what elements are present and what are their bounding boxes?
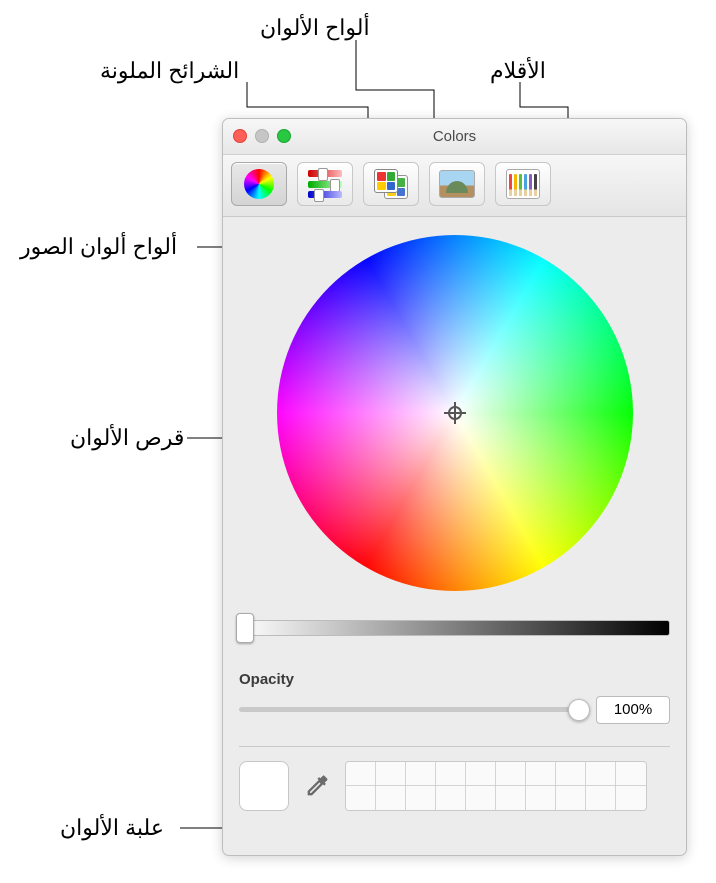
window-title: Colors <box>433 128 476 145</box>
color-palettes-tab[interactable] <box>363 162 419 206</box>
pencils-tab[interactable] <box>495 162 551 206</box>
color-wheel-icon <box>244 169 274 199</box>
color-wheel[interactable] <box>277 235 633 591</box>
brightness-slider[interactable] <box>239 613 670 643</box>
opacity-field[interactable]: 100% <box>596 696 670 724</box>
eyedropper-button[interactable] <box>303 772 331 800</box>
swatch-cell[interactable] <box>406 786 436 810</box>
opacity-track <box>239 707 586 712</box>
brightness-thumb[interactable] <box>236 613 254 643</box>
swatch-cell[interactable] <box>436 786 466 810</box>
minimize-button[interactable] <box>255 129 269 143</box>
close-button[interactable] <box>233 129 247 143</box>
swatch-grid <box>345 761 647 811</box>
sliders-icon <box>308 170 342 198</box>
swatch-cell[interactable] <box>496 786 526 810</box>
pencils-icon <box>506 169 540 199</box>
swatch-cell[interactable] <box>556 762 586 786</box>
image-palettes-tab[interactable] <box>429 162 485 206</box>
swatch-cell[interactable] <box>346 762 376 786</box>
brightness-track <box>239 620 670 636</box>
current-color-well[interactable] <box>239 761 289 811</box>
swatch-cell[interactable] <box>466 762 496 786</box>
swatch-cell[interactable] <box>376 786 406 810</box>
titlebar: Colors <box>223 119 686 155</box>
swatch-cell[interactable] <box>526 786 556 810</box>
palettes-icon <box>374 169 408 199</box>
swatch-cell[interactable] <box>586 786 616 810</box>
color-sliders-tab[interactable] <box>297 162 353 206</box>
opacity-slider[interactable] <box>239 697 586 723</box>
mode-toolbar <box>223 155 686 217</box>
eyedropper-icon <box>303 772 331 800</box>
colors-window: Colors <box>222 118 687 856</box>
swatch-cell[interactable] <box>586 762 616 786</box>
wheel-selector[interactable] <box>444 402 466 424</box>
image-icon <box>439 170 475 198</box>
color-wheel-tab[interactable] <box>231 162 287 206</box>
swatch-cell[interactable] <box>436 762 466 786</box>
swatch-cell[interactable] <box>466 786 496 810</box>
zoom-button[interactable] <box>277 129 291 143</box>
swatch-cell[interactable] <box>346 786 376 810</box>
swatch-cell[interactable] <box>376 762 406 786</box>
window-controls <box>233 129 291 143</box>
swatch-cell[interactable] <box>616 786 646 810</box>
swatch-cell[interactable] <box>496 762 526 786</box>
opacity-label: Opacity <box>239 671 670 688</box>
opacity-thumb[interactable] <box>568 699 590 721</box>
content-area: Opacity 100% <box>223 217 686 821</box>
swatch-cell[interactable] <box>556 786 586 810</box>
swatch-cell[interactable] <box>616 762 646 786</box>
swatch-cell[interactable] <box>406 762 436 786</box>
swatch-cell[interactable] <box>526 762 556 786</box>
